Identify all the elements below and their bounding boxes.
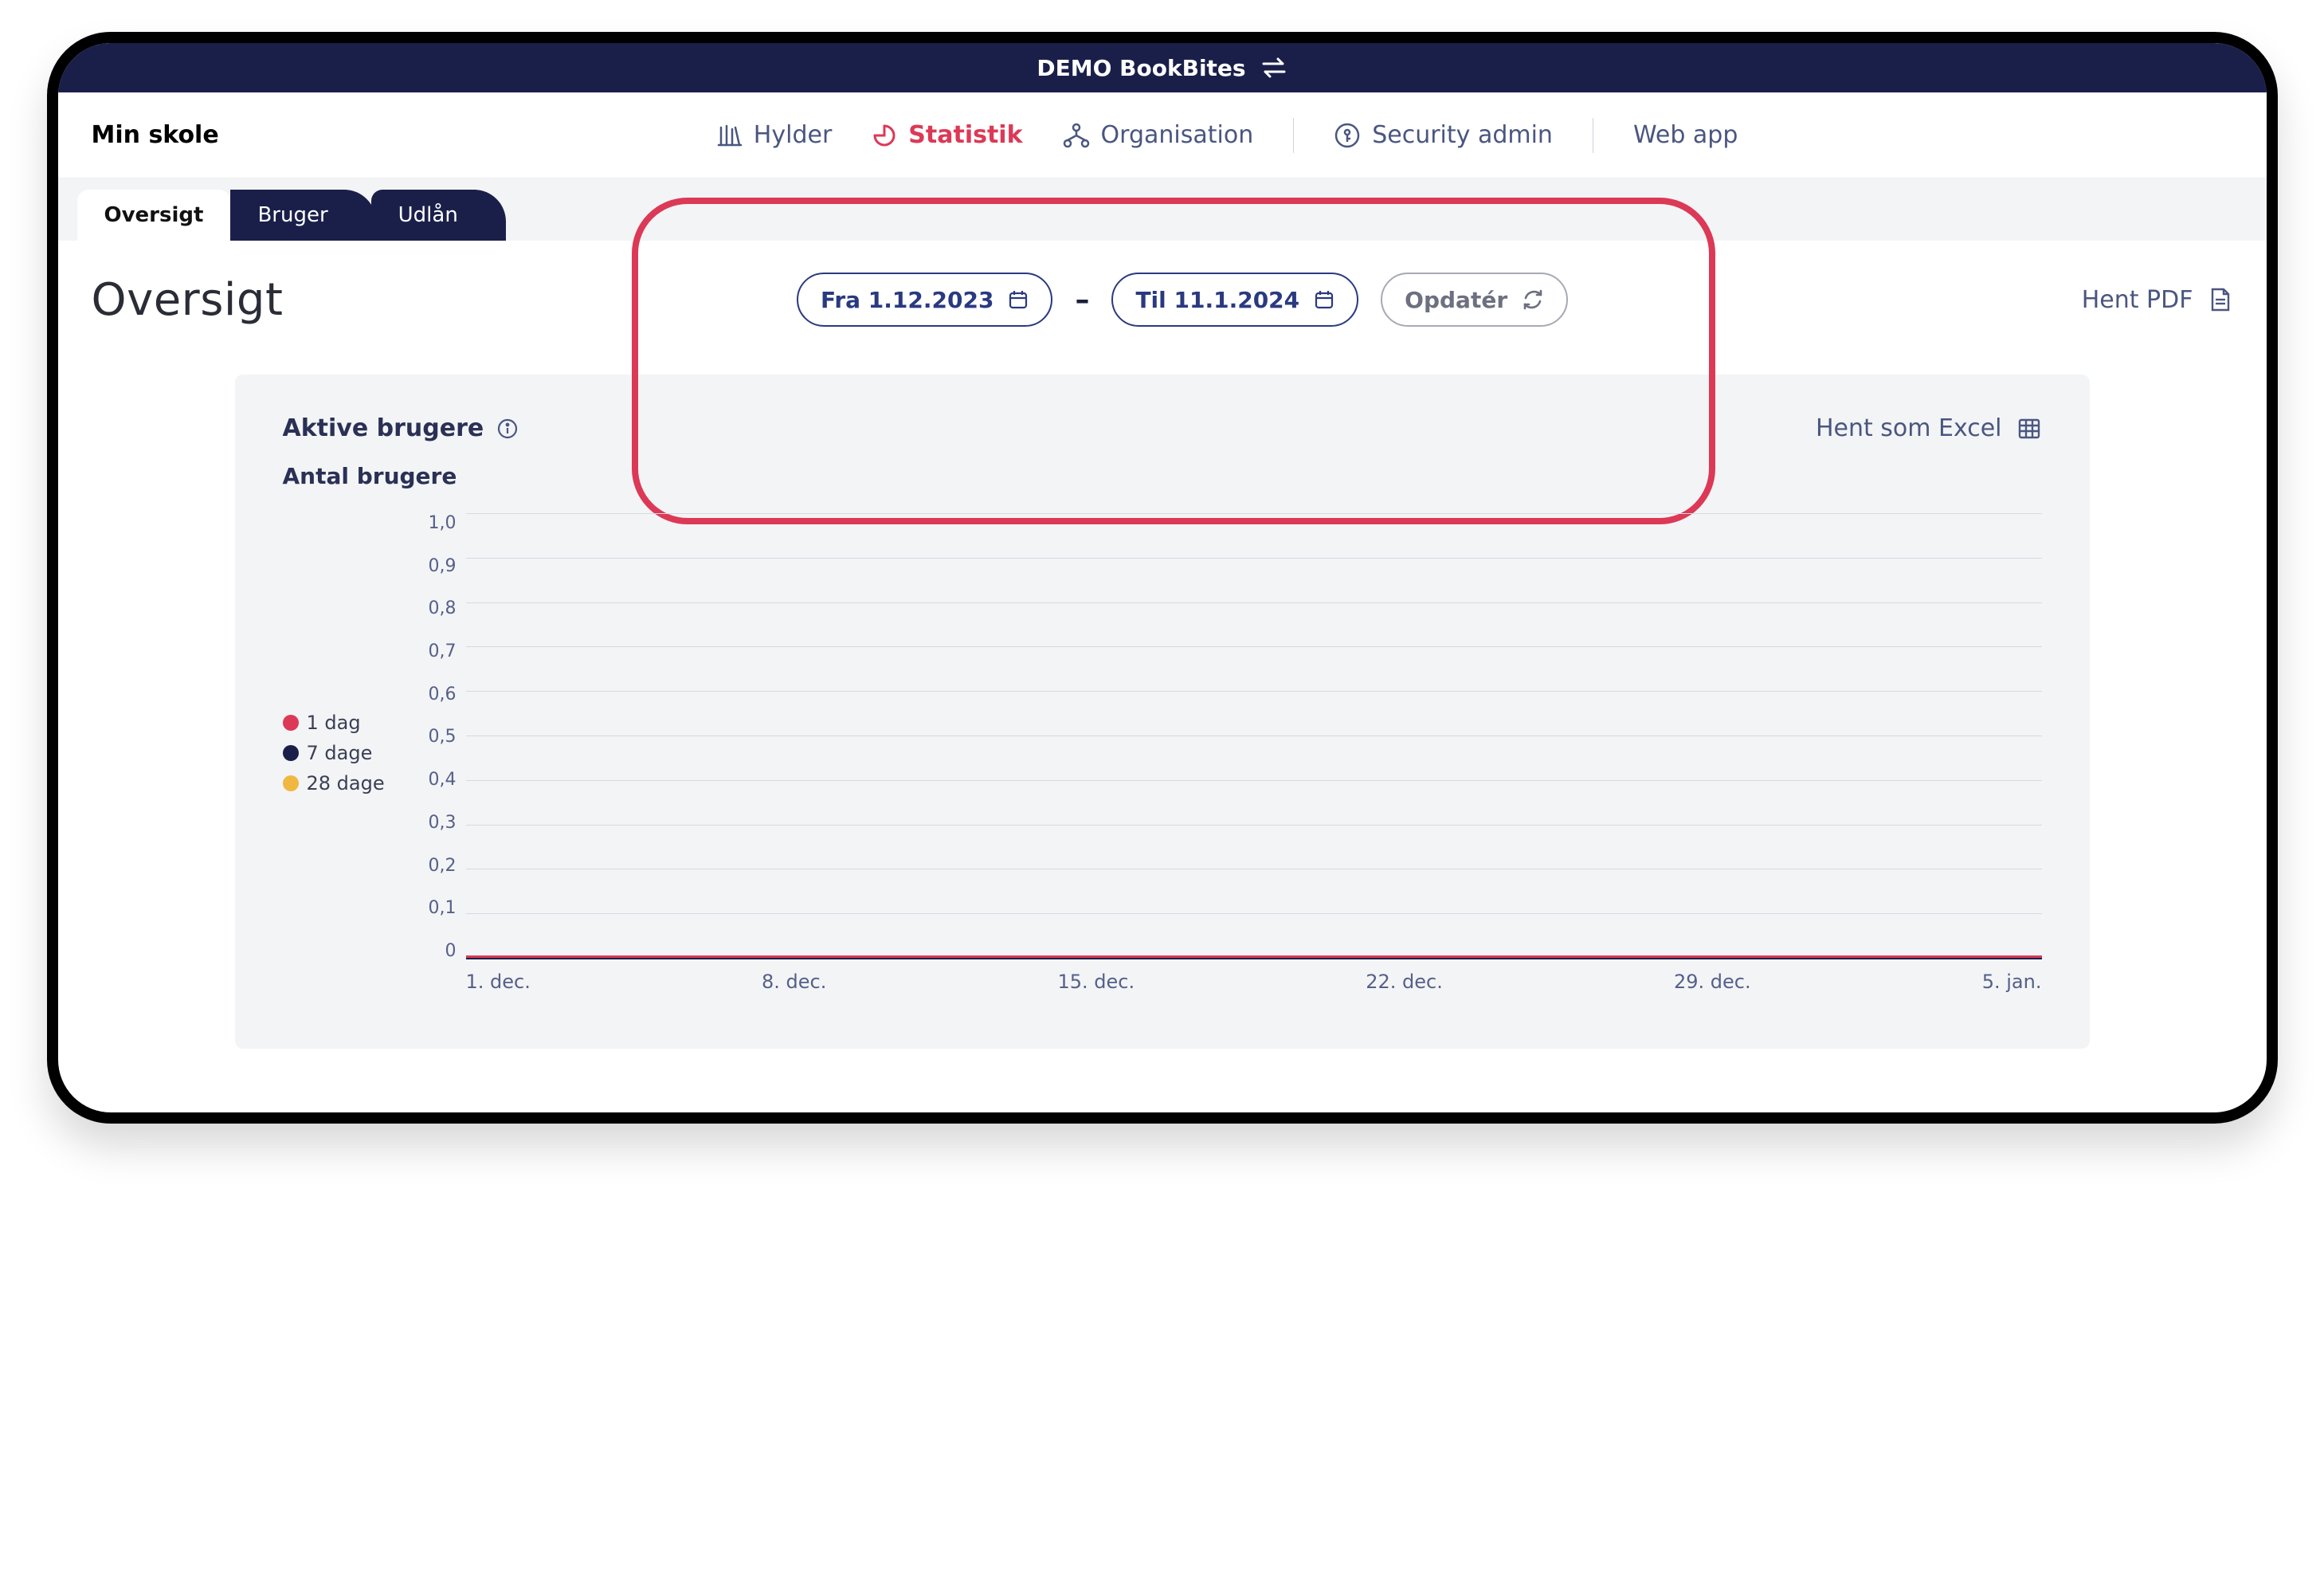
page-body: Oversigt Fra 1.12.2023 – Til 11.1.2024 <box>58 241 2267 1112</box>
legend-dot <box>283 745 299 761</box>
topbar-title: DEMO BookBites <box>1037 55 1245 81</box>
series-line <box>466 955 2042 958</box>
calendar-icon <box>1314 289 1334 310</box>
pdf-label: Hent PDF <box>2082 286 2193 314</box>
excel-icon <box>2016 416 2042 441</box>
legend-item: 28 dage <box>283 772 402 794</box>
refresh-icon <box>1522 288 1544 311</box>
nav-statistik[interactable]: Statistik <box>872 121 1022 149</box>
app-window: DEMO BookBites Min skole Hylder <box>47 32 2278 1124</box>
shelves-icon <box>717 123 743 148</box>
stats-icon <box>872 123 897 148</box>
update-label: Opdatér <box>1405 287 1507 313</box>
topbar: DEMO BookBites <box>58 43 2267 92</box>
nav-web-app[interactable]: Web app <box>1633 121 1738 149</box>
nav-label: Organisation <box>1101 121 1254 149</box>
legend-dot <box>283 775 299 791</box>
plot-area <box>466 513 2042 959</box>
legend-item: 1 dag <box>283 712 402 734</box>
chart: 1 dag 7 dage 28 dage 1,0 0,9 <box>283 513 2042 993</box>
chart-legend: 1 dag 7 dage 28 dage <box>283 513 402 993</box>
date-range-controls: Fra 1.12.2023 – Til 11.1.2024 <box>797 273 1568 327</box>
y-tick: 1,0 <box>429 513 457 533</box>
brand-label: Min skole <box>58 121 253 149</box>
legend-dot <box>283 715 299 731</box>
org-icon <box>1063 123 1090 148</box>
info-icon[interactable] <box>496 418 519 440</box>
key-icon <box>1334 122 1361 149</box>
y-tick: 0 <box>445 941 457 961</box>
y-tick: 0,4 <box>429 770 457 790</box>
x-tick: 29. dec. <box>1674 971 1751 993</box>
legend-label: 7 dage <box>307 742 373 764</box>
nav-security-admin[interactable]: Security admin <box>1334 121 1553 149</box>
tab-label: Udlån <box>398 203 458 227</box>
y-tick: 0,9 <box>429 556 457 576</box>
page-title: Oversigt <box>92 274 284 326</box>
legend-item: 7 dage <box>283 742 402 764</box>
y-axis: 1,0 0,9 0,8 0,7 0,6 0,5 0,4 0,3 0,2 0,1 … <box>418 513 457 961</box>
switch-org-icon[interactable] <box>1260 57 1287 78</box>
y-tick: 0,1 <box>429 898 457 918</box>
excel-label: Hent som Excel <box>1816 414 2002 442</box>
download-pdf-button[interactable]: Hent PDF <box>2082 286 2233 314</box>
y-tick: 0,5 <box>429 727 457 747</box>
nav-organisation[interactable]: Organisation <box>1063 121 1254 149</box>
date-to-label: Til 11.1.2024 <box>1135 287 1299 313</box>
date-separator: – <box>1075 284 1089 316</box>
tab-label: Oversigt <box>104 203 204 227</box>
panel-subtitle: Antal brugere <box>283 463 2042 489</box>
update-button[interactable]: Opdatér <box>1381 273 1568 327</box>
tab-bruger[interactable]: Bruger <box>230 190 355 241</box>
x-axis: 1. dec. 8. dec. 15. dec. 22. dec. 29. de… <box>466 959 2042 993</box>
nav-label: Hylder <box>754 121 832 149</box>
tab-udlan[interactable]: Udlån <box>371 190 485 241</box>
nav-separator <box>1293 118 1294 153</box>
legend-label: 1 dag <box>307 712 361 734</box>
tab-strip: Oversigt Bruger Udlån <box>58 178 2267 241</box>
main-nav: Min skole Hylder Statistik <box>58 92 2267 178</box>
panel-title: Aktive brugere <box>283 414 484 442</box>
x-tick: 22. dec. <box>1366 971 1443 993</box>
x-tick: 8. dec. <box>762 971 826 993</box>
nav-label: Security admin <box>1372 121 1553 149</box>
tab-oversigt[interactable]: Oversigt <box>77 190 231 241</box>
y-tick: 0,7 <box>429 641 457 661</box>
y-tick: 0,8 <box>429 598 457 618</box>
nav-label: Web app <box>1633 121 1738 149</box>
nav-hylder[interactable]: Hylder <box>717 121 832 149</box>
x-tick: 15. dec. <box>1057 971 1135 993</box>
x-tick: 5. jan. <box>1982 971 2042 993</box>
legend-label: 28 dage <box>307 772 385 794</box>
download-excel-button[interactable]: Hent som Excel <box>1816 414 2042 442</box>
date-from-button[interactable]: Fra 1.12.2023 <box>797 273 1052 327</box>
calendar-icon <box>1008 289 1029 310</box>
y-tick: 0,2 <box>429 856 457 876</box>
active-users-panel: Aktive brugere Hent som Excel <box>235 375 2090 1049</box>
y-tick: 0,3 <box>429 813 457 833</box>
x-tick: 1. dec. <box>466 971 531 993</box>
pdf-icon <box>2207 287 2232 312</box>
y-tick: 0,6 <box>429 685 457 704</box>
tab-label: Bruger <box>257 203 327 227</box>
date-from-label: Fra 1.12.2023 <box>821 287 993 313</box>
nav-label: Statistik <box>908 121 1022 149</box>
date-to-button[interactable]: Til 11.1.2024 <box>1111 273 1358 327</box>
